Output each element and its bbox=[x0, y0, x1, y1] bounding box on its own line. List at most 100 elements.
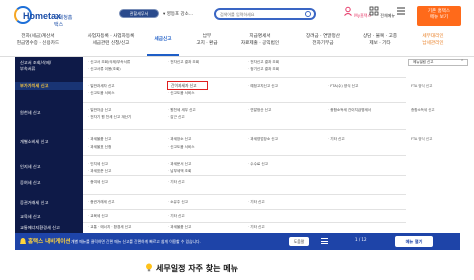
menu-link[interactable]: 과세장소 신고 bbox=[168, 137, 191, 142]
menu-link[interactable]: 과세표준 신고 bbox=[88, 169, 111, 174]
left-menu-item[interactable]: 교통에너지환경세 신고 bbox=[15, 225, 83, 231]
search-box[interactable] bbox=[214, 8, 316, 20]
left-menu-item[interactable]: 인지세 신고 bbox=[15, 164, 83, 170]
menu-link[interactable]: 연말정산 신고 bbox=[248, 108, 271, 113]
navigation-banner: 홈택스 내비게이션 개별 메뉴를 클릭하면 간편 메뉴 신고를 간편하게 빠르고… bbox=[15, 233, 460, 250]
hometax-logo[interactable]: Hometax 국세청홈택스 bbox=[14, 6, 74, 28]
menu-link[interactable]: 신고도움 서비스 bbox=[88, 91, 114, 96]
right-panel-item[interactable]: FTA 양식 신고 bbox=[411, 84, 432, 89]
nav-tax-agent[interactable]: 세무대리인 납세관리인 bbox=[413, 34, 453, 47]
nav-business-registration[interactable]: 사업자등록 · 사업자등록 세금관련 신청/신고 bbox=[80, 34, 142, 47]
menu-link[interactable]: 갑근 신고 bbox=[168, 115, 184, 120]
menu-link[interactable]: 과세문서 신고 bbox=[168, 162, 191, 167]
help-button[interactable]: 도움말 bbox=[289, 237, 309, 246]
all-menu-label: 전체메뉴 bbox=[380, 13, 396, 18]
user-icon bbox=[344, 6, 352, 16]
menu-link[interactable]: 인지세 신고 bbox=[88, 162, 108, 167]
chevron-up-icon[interactable]: ⌃ bbox=[460, 59, 468, 66]
row-divider bbox=[83, 194, 406, 195]
left-menu-item[interactable]: 신고서 조회/삭제/ bbox=[15, 60, 83, 66]
simplified-taxpayer-link[interactable]: 간이과세자 신고 bbox=[171, 83, 197, 89]
menu-link[interactable]: 신고서류 이용(조회) bbox=[88, 67, 120, 72]
logo-sub-text: 국세청홈택스 bbox=[54, 15, 73, 28]
menu-link[interactable]: 과세영업장소 신고 bbox=[248, 137, 278, 142]
lightbulb-icon bbox=[146, 263, 152, 272]
classic-menu-button[interactable]: 기존 홈택스 메뉴 보기 bbox=[417, 6, 461, 26]
menu-link[interactable]: 기타 신고 bbox=[328, 137, 344, 142]
menu-link[interactable]: 전자기 원 천세 신고 계산기 bbox=[88, 115, 131, 120]
my-hometax-button[interactable]: My홈택스 bbox=[343, 6, 371, 19]
row-divider bbox=[83, 102, 406, 103]
classic-menu-line2: 메뉴 보기 bbox=[430, 15, 448, 20]
menu-link[interactable]: 정기신고 결과 조회 bbox=[248, 67, 279, 72]
row-divider bbox=[83, 209, 406, 210]
menu-link[interactable]: 수수료 신고 bbox=[248, 162, 268, 167]
row-divider bbox=[83, 222, 406, 223]
hamburger-icon bbox=[397, 7, 405, 15]
menu-link[interactable]: 소유주 신고 bbox=[168, 200, 188, 205]
left-menu-item[interactable]: 원천세 신고 bbox=[15, 110, 83, 116]
menu-link[interactable]: 기타 신고 bbox=[248, 200, 264, 205]
left-menu-item[interactable]: 교육세 신고 bbox=[15, 214, 83, 220]
nav-label: 세금신고 bbox=[154, 37, 172, 42]
right-panel-item[interactable]: 종합소득세 신고 bbox=[411, 108, 435, 113]
left-menu-item[interactable]: 증여세 신고 bbox=[15, 180, 83, 186]
menu-link[interactable]: 전자신고 결과 조회 bbox=[248, 60, 279, 65]
menu-link[interactable]: 과세물품 신고 bbox=[88, 137, 111, 142]
nav-sublabel: 납세관리인 bbox=[422, 40, 444, 46]
right-panel-title[interactable]: 메뉴빌림 신고 bbox=[408, 59, 468, 66]
nav-label: 사업자등록 · 사업자등록 bbox=[87, 34, 135, 39]
menu-link[interactable]: 교육세 신고 bbox=[88, 214, 108, 219]
nav-sublabel: 고지 · 환급 bbox=[196, 40, 218, 46]
nav-year-end[interactable]: 장려금 · 연말정산 전자기부금 bbox=[295, 34, 351, 47]
nav-payment[interactable]: 납부 고지 · 환급 bbox=[190, 34, 224, 47]
banner-menu-icon[interactable] bbox=[321, 238, 328, 244]
nav-tax-return[interactable]: 세금신고 bbox=[147, 37, 179, 55]
menu-link[interactable]: 기타 신고 bbox=[168, 214, 184, 219]
menu-link[interactable]: 일반과세자 신고 bbox=[88, 84, 114, 89]
menu-link[interactable]: 기타 신고 bbox=[248, 225, 264, 230]
menu-link[interactable]: FTA(수) 양식 신고 bbox=[328, 84, 358, 89]
left-menu-item[interactable]: 부속서류 bbox=[15, 66, 83, 72]
left-menu-item[interactable]: 개별소비세 신고 bbox=[15, 139, 83, 145]
menu-link[interactable]: 신고서 조회/삭제/부속서류 bbox=[88, 60, 130, 65]
menu-link[interactable]: 기타 신고 bbox=[168, 180, 184, 185]
search-input[interactable] bbox=[220, 10, 306, 18]
menu-link[interactable]: 원천세 세무 신고 bbox=[168, 108, 195, 113]
banner-brand: 홈택스 내비게이션 bbox=[28, 239, 71, 245]
left-menu-item[interactable]: 증권거래세 신고 bbox=[15, 200, 83, 206]
left-menu-item-vat[interactable]: 부가가치세 신고 bbox=[15, 82, 83, 90]
office-select[interactable]: ▾ 영등포 강소... bbox=[163, 11, 193, 17]
menu-link[interactable]: 예정고지신고 신고 bbox=[248, 84, 278, 89]
menu-link[interactable]: 신고도움 서비스 bbox=[168, 91, 194, 96]
right-panel: 메뉴빌림 신고 FTA 양식 신고 종합소득세 신고 FTA 양식 신고 bbox=[406, 57, 474, 233]
menu-link[interactable]: 교통 · 에너지 · 환경세 신고 bbox=[88, 225, 131, 230]
open-menu-button[interactable]: 메뉴 열기 bbox=[395, 236, 433, 247]
banner-pager[interactable]: 1 / 12 bbox=[355, 237, 367, 242]
bell-icon bbox=[20, 238, 26, 244]
menu-link[interactable]: 종합소득세 간이지급명세서 bbox=[328, 108, 371, 113]
menu-link[interactable]: 과세율표 신청 bbox=[88, 145, 111, 150]
menu-link[interactable]: 신고도움 서비스 bbox=[168, 145, 194, 150]
menu-link[interactable]: 일반자금 신고 bbox=[88, 108, 111, 113]
menu-link[interactable]: 납부세액 조회 bbox=[168, 169, 191, 174]
row-divider bbox=[83, 77, 406, 78]
hamburger-button[interactable] bbox=[396, 6, 406, 18]
menu-link[interactable]: 전자신고 결과 조회 bbox=[168, 60, 199, 65]
main-navigation: 전자(세금)계산서 현금영수증 · 신용카드 사업자등록 · 사업자등록 세금관련 … bbox=[0, 30, 474, 57]
all-menu-button[interactable]: 전체메뉴 bbox=[369, 6, 395, 19]
menu-link[interactable]: 과세물품 신고 bbox=[168, 225, 191, 230]
search-icon[interactable] bbox=[305, 11, 311, 17]
nav-sublabel: 제보 · 기타 bbox=[369, 40, 391, 46]
nav-e-invoice[interactable]: 전자(세금)계산서 현금영수증 · 신용카드 bbox=[14, 34, 62, 47]
menu-grid-icon bbox=[369, 6, 379, 16]
nav-statements[interactable]: 지급명세서 자료제출 · 공익법인 bbox=[232, 34, 288, 47]
nav-sublabel: 세금관련 신청/신고 bbox=[92, 40, 130, 46]
tax-office-button[interactable]: 관할세무서 bbox=[119, 9, 159, 18]
right-panel-item[interactable]: FTA 양식 신고 bbox=[411, 137, 432, 142]
row-divider bbox=[83, 155, 406, 156]
menu-link[interactable]: 증여세 신고 bbox=[88, 180, 108, 185]
left-menu: 신고서 조회/삭제/ 부속서류 부가가치세 신고 원천세 신고 개별소비세 신고… bbox=[15, 57, 83, 233]
nav-consultation[interactable]: 상담 · 불복 · 고충 제보 · 기타 bbox=[355, 34, 405, 47]
menu-link[interactable]: 증권거래세 신고 bbox=[88, 200, 114, 205]
